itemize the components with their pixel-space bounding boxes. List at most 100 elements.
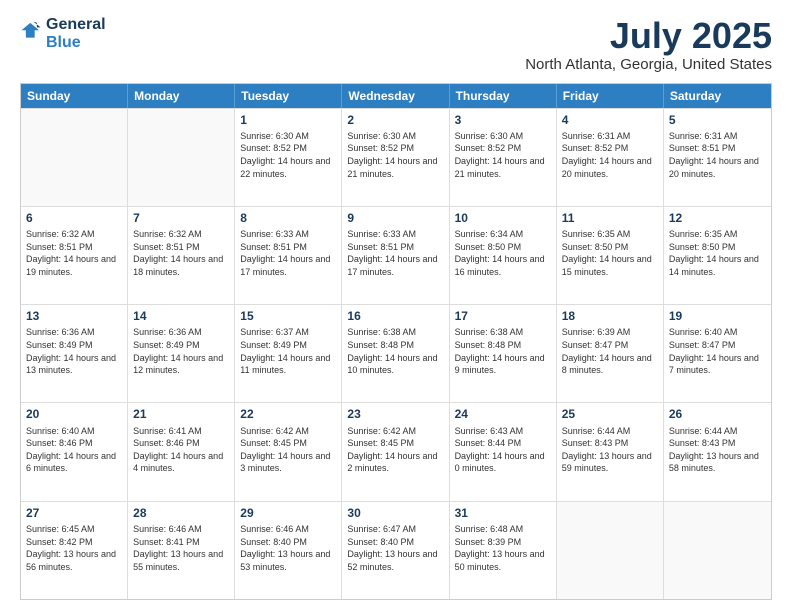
calendar-cell: 1 Sunrise: 6:30 AM Sunset: 8:52 PM Daylig… xyxy=(235,109,342,206)
header-day-friday: Friday xyxy=(557,84,664,108)
calendar-cell: 16Sunrise: 6:38 AM Sunset: 8:48 PM Dayli… xyxy=(342,305,449,402)
day-number: 24 xyxy=(455,406,551,422)
calendar-cell: 18Sunrise: 6:39 AM Sunset: 8:47 PM Dayli… xyxy=(557,305,664,402)
calendar-cell: 6Sunrise: 6:32 AM Sunset: 8:51 PM Daylig… xyxy=(21,207,128,304)
calendar-cell: 29 Sunrise: 6:46 AM Sunset: 8:40 PM Dayli… xyxy=(235,502,342,599)
cell-info: Sunrise: 6:31 AM Sunset: 8:52 PM Dayligh… xyxy=(562,130,658,180)
calendar-cell: 25Sunrise: 6:44 AM Sunset: 8:43 PM Dayli… xyxy=(557,403,664,500)
day-number: 10 xyxy=(455,210,551,226)
logo-general: General xyxy=(46,16,106,34)
day-number: 15 xyxy=(240,308,336,324)
day-number: 3 xyxy=(455,112,551,128)
calendar-cell: 21 Sunrise: 6:41 AM Sunset: 8:46 PM Dayli… xyxy=(128,403,235,500)
cell-info: Sunrise: 6:46 AM Sunset: 8:40 PM Dayligh… xyxy=(240,523,336,573)
month-title: July 2025 xyxy=(525,16,772,56)
cell-info: Sunrise: 6:40 AM Sunset: 8:46 PM Dayligh… xyxy=(26,425,122,475)
day-number: 11 xyxy=(562,210,658,226)
calendar-cell: 10 Sunrise: 6:34 AM Sunset: 8:50 PM Dayli… xyxy=(450,207,557,304)
calendar-cell: 17 Sunrise: 6:38 AM Sunset: 8:48 PM Dayli… xyxy=(450,305,557,402)
header-day-wednesday: Wednesday xyxy=(342,84,449,108)
cell-info: Sunrise: 6:33 AM Sunset: 8:51 PM Dayligh… xyxy=(347,228,443,278)
cell-info: Sunrise: 6:36 AM Sunset: 8:49 PM Dayligh… xyxy=(133,326,229,376)
calendar-header: SundayMondayTuesdayWednesdayThursdayFrid… xyxy=(21,84,771,108)
calendar-cell: 5Sunrise: 6:31 AM Sunset: 8:51 PM Daylig… xyxy=(664,109,771,206)
day-number: 2 xyxy=(347,112,443,128)
cell-info: Sunrise: 6:47 AM Sunset: 8:40 PM Dayligh… xyxy=(347,523,443,573)
day-number: 26 xyxy=(669,406,766,422)
calendar-cell: 8Sunrise: 6:33 AM Sunset: 8:51 PM Daylig… xyxy=(235,207,342,304)
page: General Blue July 2025 North Atlanta, Ge… xyxy=(0,0,792,612)
cell-info: Sunrise: 6:42 AM Sunset: 8:45 PM Dayligh… xyxy=(347,425,443,475)
calendar-cell xyxy=(664,502,771,599)
cell-info: Sunrise: 6:30 AM Sunset: 8:52 PM Dayligh… xyxy=(240,130,336,180)
calendar-cell: 26 Sunrise: 6:44 AM Sunset: 8:43 PM Dayli… xyxy=(664,403,771,500)
day-number: 9 xyxy=(347,210,443,226)
calendar-cell xyxy=(128,109,235,206)
cell-info: Sunrise: 6:43 AM Sunset: 8:44 PM Dayligh… xyxy=(455,425,551,475)
title-area: July 2025 North Atlanta, Georgia, United… xyxy=(525,16,772,73)
day-number: 4 xyxy=(562,112,658,128)
day-number: 7 xyxy=(133,210,229,226)
calendar-cell: 24 Sunrise: 6:43 AM Sunset: 8:44 PM Dayli… xyxy=(450,403,557,500)
calendar-cell: 27 Sunrise: 6:45 AM Sunset: 8:42 PM Dayli… xyxy=(21,502,128,599)
location-title: North Atlanta, Georgia, United States xyxy=(525,56,772,73)
calendar: SundayMondayTuesdayWednesdayThursdayFrid… xyxy=(20,83,772,600)
day-number: 28 xyxy=(133,505,229,521)
day-number: 12 xyxy=(669,210,766,226)
calendar-cell: 23 Sunrise: 6:42 AM Sunset: 8:45 PM Dayli… xyxy=(342,403,449,500)
logo-blue: Blue xyxy=(46,34,106,52)
logo-icon xyxy=(20,20,42,42)
cell-info: Sunrise: 6:33 AM Sunset: 8:51 PM Dayligh… xyxy=(240,228,336,278)
cell-info: Sunrise: 6:38 AM Sunset: 8:48 PM Dayligh… xyxy=(455,326,551,376)
calendar-cell: 22Sunrise: 6:42 AM Sunset: 8:45 PM Dayli… xyxy=(235,403,342,500)
cell-info: Sunrise: 6:44 AM Sunset: 8:43 PM Dayligh… xyxy=(669,425,766,475)
day-number: 29 xyxy=(240,505,336,521)
calendar-cell: 2 Sunrise: 6:30 AM Sunset: 8:52 PM Daylig… xyxy=(342,109,449,206)
calendar-cell: 7Sunrise: 6:32 AM Sunset: 8:51 PM Daylig… xyxy=(128,207,235,304)
calendar-row-4: 20 Sunrise: 6:40 AM Sunset: 8:46 PM Dayli… xyxy=(21,402,771,500)
calendar-cell: 4 Sunrise: 6:31 AM Sunset: 8:52 PM Daylig… xyxy=(557,109,664,206)
cell-info: Sunrise: 6:34 AM Sunset: 8:50 PM Dayligh… xyxy=(455,228,551,278)
cell-info: Sunrise: 6:48 AM Sunset: 8:39 PM Dayligh… xyxy=(455,523,551,573)
day-number: 21 xyxy=(133,406,229,422)
cell-info: Sunrise: 6:37 AM Sunset: 8:49 PM Dayligh… xyxy=(240,326,336,376)
header-day-saturday: Saturday xyxy=(664,84,771,108)
day-number: 23 xyxy=(347,406,443,422)
cell-info: Sunrise: 6:30 AM Sunset: 8:52 PM Dayligh… xyxy=(455,130,551,180)
calendar-cell: 12 Sunrise: 6:35 AM Sunset: 8:50 PM Dayli… xyxy=(664,207,771,304)
calendar-cell: 30Sunrise: 6:47 AM Sunset: 8:40 PM Dayli… xyxy=(342,502,449,599)
calendar-cell: 28 Sunrise: 6:46 AM Sunset: 8:41 PM Dayli… xyxy=(128,502,235,599)
day-number: 14 xyxy=(133,308,229,324)
cell-info: Sunrise: 6:35 AM Sunset: 8:50 PM Dayligh… xyxy=(669,228,766,278)
cell-info: Sunrise: 6:36 AM Sunset: 8:49 PM Dayligh… xyxy=(26,326,122,376)
cell-info: Sunrise: 6:46 AM Sunset: 8:41 PM Dayligh… xyxy=(133,523,229,573)
calendar-row-3: 13 Sunrise: 6:36 AM Sunset: 8:49 PM Dayli… xyxy=(21,304,771,402)
day-number: 18 xyxy=(562,308,658,324)
calendar-cell xyxy=(557,502,664,599)
day-number: 6 xyxy=(26,210,122,226)
cell-info: Sunrise: 6:42 AM Sunset: 8:45 PM Dayligh… xyxy=(240,425,336,475)
day-number: 13 xyxy=(26,308,122,324)
calendar-cell: 20 Sunrise: 6:40 AM Sunset: 8:46 PM Dayli… xyxy=(21,403,128,500)
calendar-cell: 13 Sunrise: 6:36 AM Sunset: 8:49 PM Dayli… xyxy=(21,305,128,402)
calendar-row-2: 6Sunrise: 6:32 AM Sunset: 8:51 PM Daylig… xyxy=(21,206,771,304)
header-day-monday: Monday xyxy=(128,84,235,108)
day-number: 31 xyxy=(455,505,551,521)
day-number: 1 xyxy=(240,112,336,128)
logo: General Blue xyxy=(20,16,106,51)
calendar-row-1: 1 Sunrise: 6:30 AM Sunset: 8:52 PM Daylig… xyxy=(21,108,771,206)
header: General Blue July 2025 North Atlanta, Ge… xyxy=(20,16,772,73)
cell-info: Sunrise: 6:30 AM Sunset: 8:52 PM Dayligh… xyxy=(347,130,443,180)
header-day-thursday: Thursday xyxy=(450,84,557,108)
cell-info: Sunrise: 6:35 AM Sunset: 8:50 PM Dayligh… xyxy=(562,228,658,278)
day-number: 17 xyxy=(455,308,551,324)
cell-info: Sunrise: 6:41 AM Sunset: 8:46 PM Dayligh… xyxy=(133,425,229,475)
calendar-row-5: 27 Sunrise: 6:45 AM Sunset: 8:42 PM Dayli… xyxy=(21,501,771,599)
cell-info: Sunrise: 6:45 AM Sunset: 8:42 PM Dayligh… xyxy=(26,523,122,573)
header-day-sunday: Sunday xyxy=(21,84,128,108)
calendar-cell: 3 Sunrise: 6:30 AM Sunset: 8:52 PM Daylig… xyxy=(450,109,557,206)
day-number: 19 xyxy=(669,308,766,324)
calendar-cell xyxy=(21,109,128,206)
day-number: 20 xyxy=(26,406,122,422)
day-number: 27 xyxy=(26,505,122,521)
